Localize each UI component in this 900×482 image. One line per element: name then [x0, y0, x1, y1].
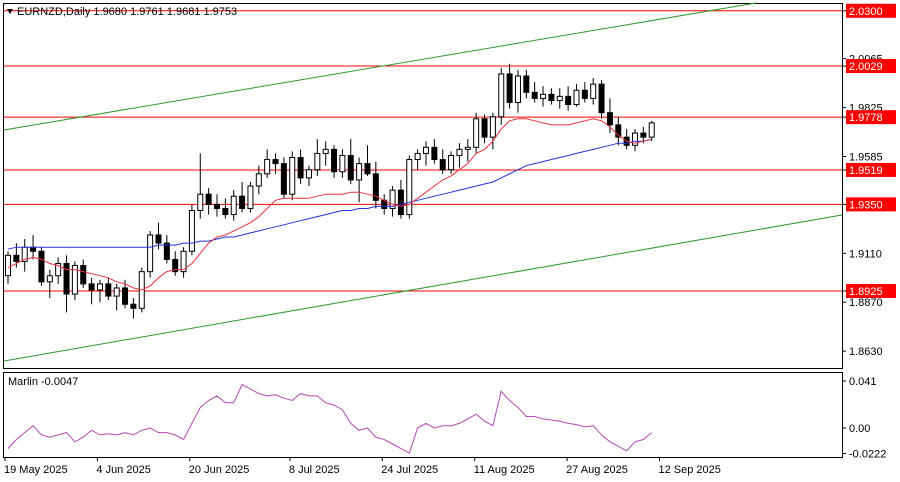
- candle-bearish: [531, 91, 538, 99]
- candle-bearish: [439, 159, 446, 171]
- candle-bullish: [5, 254, 11, 277]
- candle-bearish: [222, 207, 229, 216]
- price-tag-label: 1.9350: [849, 199, 883, 211]
- oscillator-panel: 0.041 0.00 -0.0222: [7, 376, 886, 460]
- candle-bearish: [548, 93, 555, 101]
- candle-bullish: [322, 148, 329, 154]
- candle-bearish: [63, 262, 70, 295]
- candle-bullish: [540, 93, 547, 99]
- candle-bullish: [473, 118, 480, 148]
- candle-bearish: [38, 250, 45, 283]
- date-axis-label: 24 Jul 2025: [381, 464, 438, 476]
- main-chart-frame: [3, 3, 843, 369]
- candle-bullish: [264, 159, 271, 175]
- candle-bullish: [464, 146, 471, 150]
- candle-bearish: [397, 189, 404, 216]
- price-tag-label: 2.0300: [849, 6, 883, 18]
- candle-bearish: [80, 265, 87, 285]
- price-axis-label: 1.9585: [849, 151, 883, 163]
- date-axis-label: 27 Aug 2025: [566, 464, 628, 476]
- candle-bullish: [406, 159, 413, 216]
- date-axis-label: 8 Jul 2025: [289, 464, 340, 476]
- price-axis-label: 1.9110: [849, 248, 882, 260]
- candle-bearish: [523, 75, 530, 93]
- price-axis-label: 1.8870: [849, 297, 883, 309]
- candle-bullish: [573, 89, 580, 106]
- candle-bearish: [88, 283, 95, 291]
- price-axis-label: 1.8630: [849, 346, 883, 358]
- candle-bullish: [247, 185, 254, 209]
- candle-bearish: [331, 148, 338, 173]
- candle-bullish: [188, 209, 195, 252]
- candle-bullish: [113, 287, 120, 297]
- candle-bullish: [255, 173, 262, 187]
- oscillator-axis-label: 0.00: [849, 423, 870, 435]
- candle-bullish: [314, 152, 321, 171]
- date-axis-label: 12 Sep 2025: [659, 464, 721, 476]
- candle-bullish: [289, 157, 296, 195]
- candle-bullish: [489, 116, 496, 138]
- candle-bullish: [230, 195, 237, 216]
- price-axis: 2.03002.00652.00291.98251.97781.95851.95…: [842, 3, 896, 358]
- candle-bullish: [514, 75, 521, 103]
- date-axis-label: 20 Jun 2025: [189, 464, 250, 476]
- candle-bearish: [239, 195, 246, 209]
- candle-bearish: [506, 73, 513, 103]
- candle-bearish: [347, 154, 354, 181]
- date-axis-label: 11 Aug 2025: [474, 464, 535, 476]
- candle-bullish: [498, 73, 505, 118]
- date-axis-label: 19 May 2025: [4, 464, 68, 476]
- candle-bearish: [105, 283, 112, 297]
- candle-bearish: [272, 159, 279, 165]
- candle-bearish: [431, 146, 438, 161]
- symbol-triangle-icon: [7, 9, 13, 14]
- candle-bearish: [214, 203, 220, 209]
- price-tag-label: 1.8925: [849, 286, 883, 298]
- indicator-label: Marlin -0.0047: [8, 376, 78, 388]
- candle-bullish: [197, 193, 204, 211]
- candle-bullish: [448, 154, 455, 171]
- candle-bearish: [122, 287, 129, 305]
- candle-bullish: [648, 122, 655, 138]
- candle-bearish: [481, 118, 488, 138]
- candle-bearish: [640, 132, 647, 138]
- candle-bearish: [565, 95, 572, 106]
- candle-bearish: [205, 193, 212, 205]
- candle-bearish: [606, 112, 613, 126]
- trend-channel: [3, 2, 843, 362]
- candle-bullish: [590, 83, 597, 99]
- candle-bearish: [155, 234, 162, 244]
- symbol-info: EURNZD,Daily 1.9680 1.9761 1.9681 1.9753: [17, 6, 237, 18]
- candlesticks: [5, 63, 655, 319]
- candle-bullish: [46, 275, 53, 283]
- price-tag-label: 1.9519: [849, 165, 883, 177]
- candle-bullish: [414, 152, 421, 161]
- oscillator-line: [7, 383, 653, 454]
- candle-bullish: [147, 234, 154, 273]
- candle-bullish: [356, 163, 363, 181]
- candle-bearish: [130, 303, 137, 309]
- oscillator-axis-label: 0.041: [849, 376, 877, 388]
- candle-bearish: [280, 163, 287, 195]
- candle-bullish: [423, 146, 429, 154]
- candle-bearish: [598, 83, 605, 114]
- price-chart[interactable]: 2.03002.00652.00291.98251.97781.95851.95…: [0, 0, 900, 482]
- candle-bearish: [30, 246, 37, 252]
- candle-bullish: [339, 154, 346, 173]
- candle-bearish: [13, 254, 20, 262]
- price-tag-label: 1.9778: [849, 112, 883, 124]
- date-axis-label: 4 Jun 2025: [96, 464, 150, 476]
- candle-bullish: [305, 169, 312, 179]
- channel-lower-line: [3, 214, 843, 362]
- candle-bullish: [456, 148, 463, 156]
- indicator-frame: [3, 372, 843, 458]
- date-axis: 19 May 2025 4 Jun 2025 20 Jun 2025 8 Jul 20…: [4, 457, 721, 476]
- candle-bullish: [96, 283, 103, 291]
- candle-bearish: [297, 157, 304, 179]
- oscillator-axis-label: -0.0222: [849, 448, 886, 460]
- price-tag-label: 2.0029: [849, 61, 883, 73]
- candle-bullish: [556, 95, 563, 101]
- candle-bearish: [364, 163, 371, 175]
- candle-bearish: [581, 89, 588, 99]
